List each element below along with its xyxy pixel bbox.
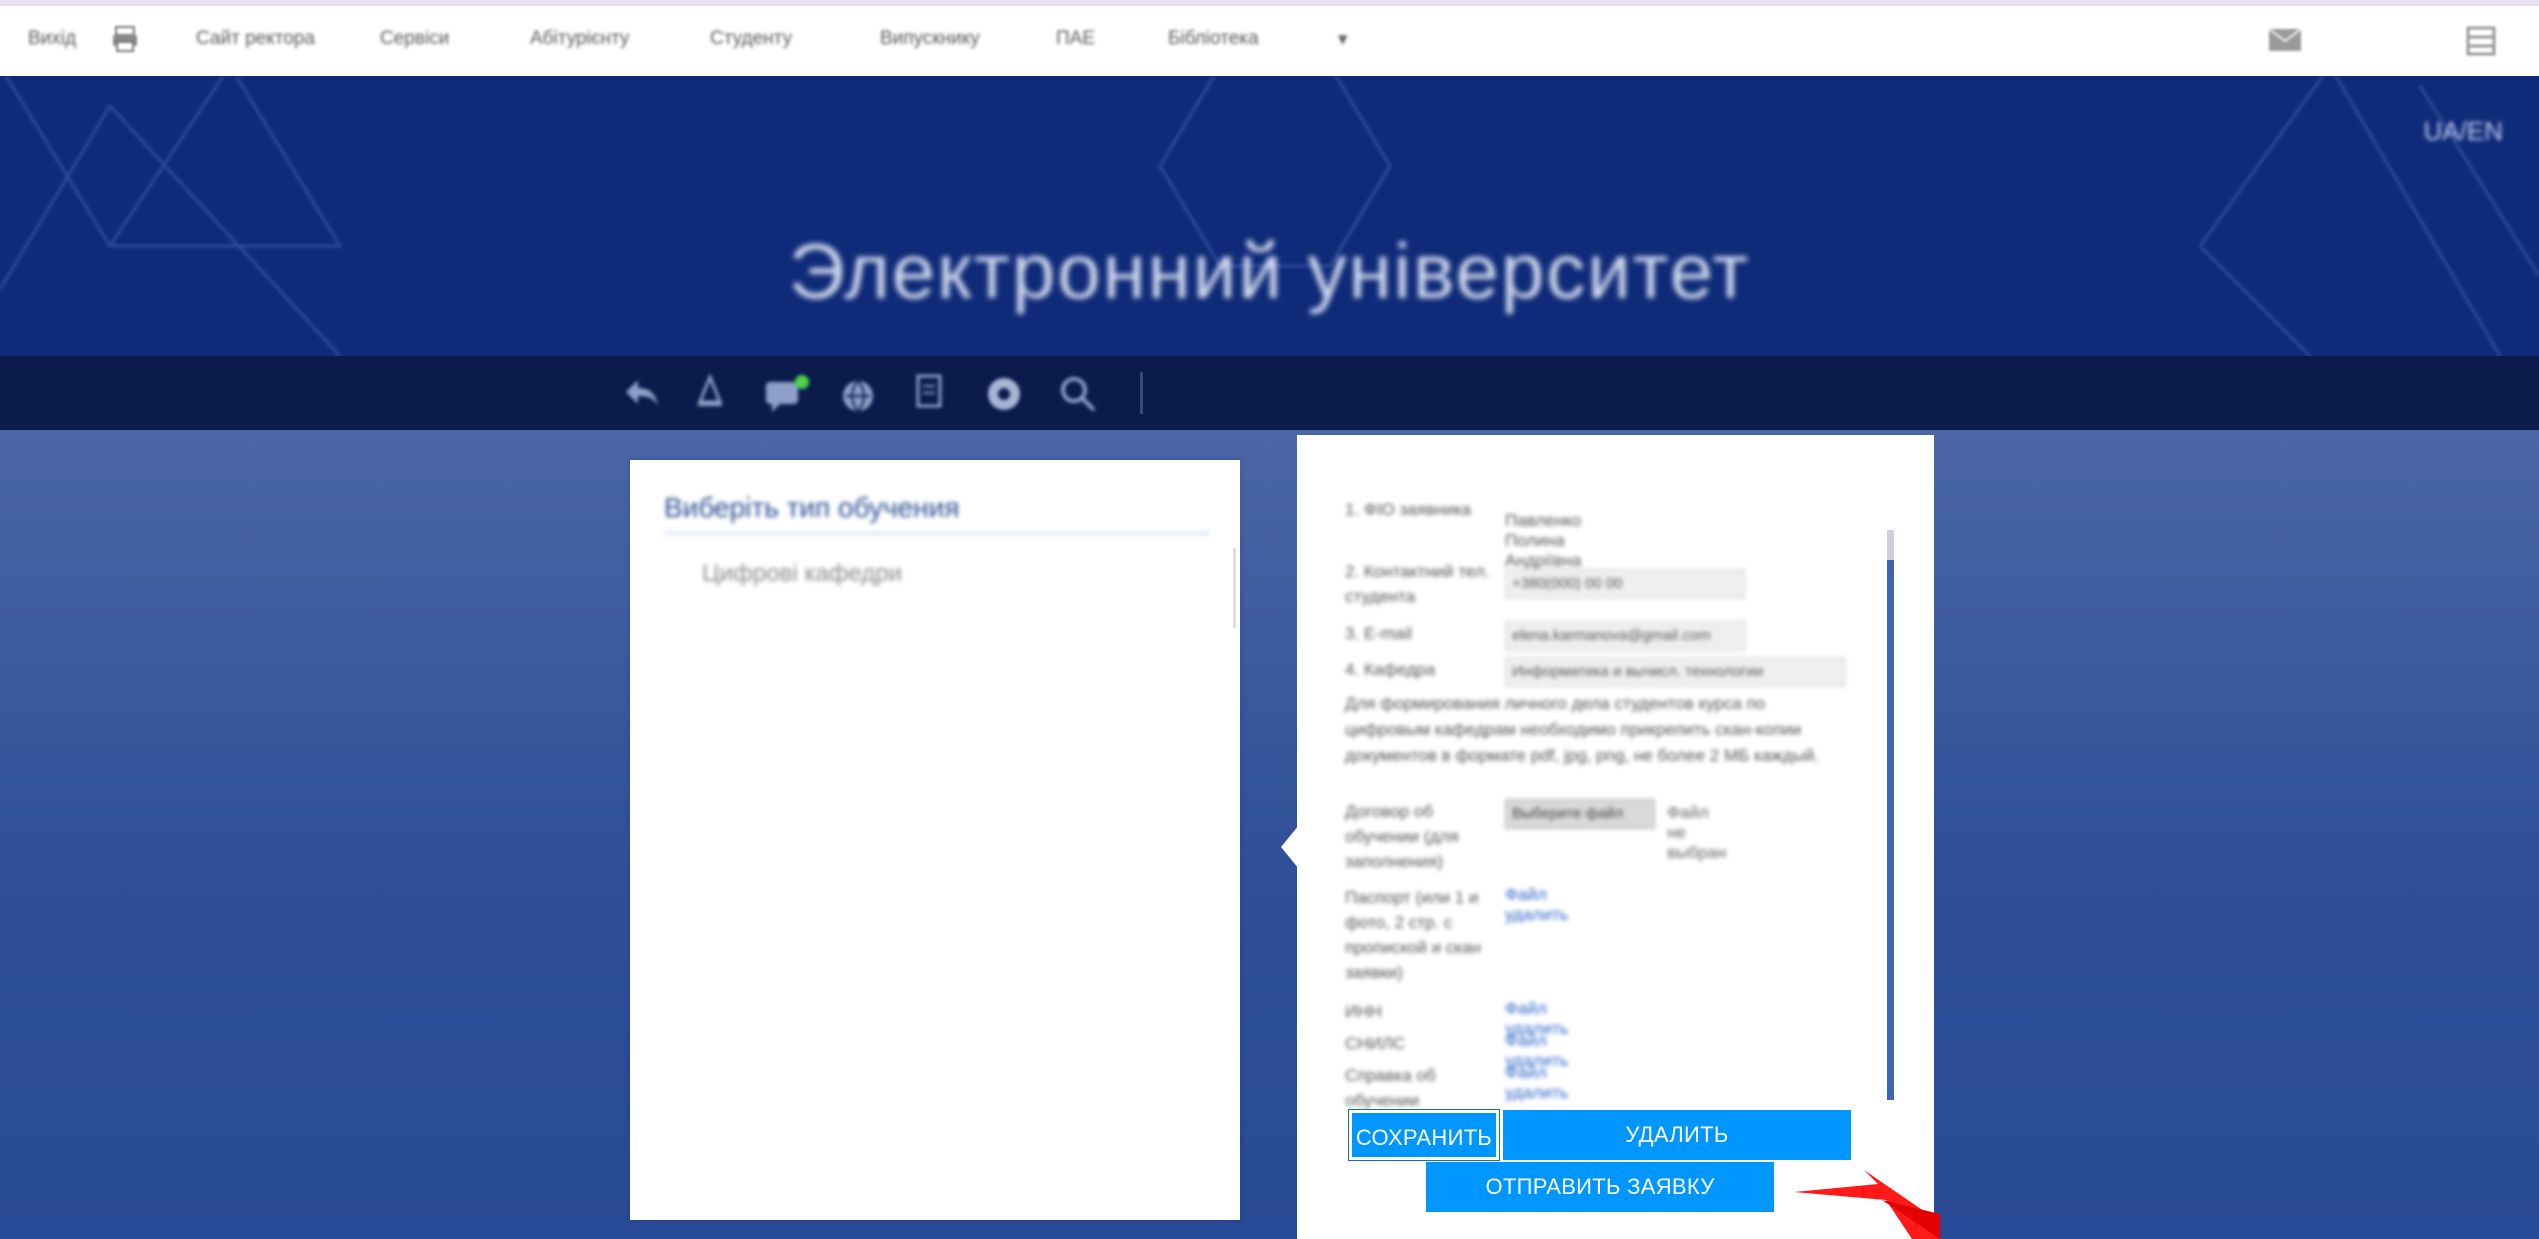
document-icon[interactable] bbox=[914, 374, 944, 415]
mail-icon[interactable] bbox=[2268, 28, 2302, 57]
panel-pointer bbox=[1281, 825, 1299, 869]
top-navigation: Вихід Сайт ректора Сервіси Абітурієнту С… bbox=[0, 0, 2539, 76]
delete-button[interactable]: УДАЛИТЬ bbox=[1503, 1110, 1851, 1160]
back-arrow-icon[interactable] bbox=[622, 374, 662, 415]
grid-menu-icon[interactable] bbox=[2466, 26, 2496, 61]
certificate-file-link[interactable]: Файл удалить bbox=[1505, 1063, 1568, 1103]
header-banner: Электронний університет UA/EN bbox=[0, 76, 2539, 356]
training-type-panel: Виберіть тип обучения Цифрові кафедри bbox=[630, 460, 1240, 1220]
search-icon[interactable] bbox=[1058, 374, 1098, 419]
red-arrow-icon bbox=[1794, 1170, 1940, 1239]
icon-toolbar bbox=[0, 356, 2539, 430]
choose-file-button[interactable]: Выберите файл bbox=[1505, 799, 1655, 829]
settings-icon[interactable] bbox=[984, 374, 1024, 419]
passport-file-link[interactable]: Файл удалить bbox=[1505, 885, 1568, 925]
email-field[interactable]: elena.karmanova@gmail.com bbox=[1505, 621, 1745, 651]
form-scrollbar[interactable] bbox=[1887, 530, 1894, 1100]
nav-rector-site-link[interactable]: Сайт ректора bbox=[196, 28, 315, 50]
globe-icon[interactable] bbox=[840, 378, 876, 419]
toolbar-divider bbox=[1140, 372, 1143, 414]
panel-scrollbar[interactable] bbox=[1233, 548, 1236, 628]
department-select[interactable]: Информатика и вычисл. технологии bbox=[1505, 657, 1845, 687]
nav-student-link[interactable]: Студенту bbox=[710, 28, 792, 50]
nav-graduate-link[interactable]: Випускнику bbox=[880, 28, 980, 50]
upload-instructions: Для формирования личного дела студентов … bbox=[1345, 694, 1820, 765]
nav-more-dropdown[interactable]: ▾ bbox=[1338, 28, 1348, 51]
banner-title: Электронний університет bbox=[788, 227, 1751, 315]
save-button[interactable]: СОХРАНИТЬ bbox=[1348, 1109, 1500, 1161]
phone-field[interactable]: +380(000) 00 00 bbox=[1505, 569, 1745, 599]
nav-applicant-link[interactable]: Абітурієнту bbox=[530, 28, 629, 50]
nav-library-link[interactable]: Бібліотека bbox=[1168, 28, 1259, 50]
language-switcher[interactable]: UA/EN bbox=[2424, 116, 2503, 147]
nav-exit-link[interactable]: Вихід bbox=[28, 28, 76, 50]
form-scrollbar-thumb[interactable] bbox=[1887, 560, 1894, 1100]
training-type-item[interactable]: Цифрові кафедри bbox=[702, 560, 902, 588]
chat-icon[interactable] bbox=[764, 374, 812, 419]
printer-icon[interactable] bbox=[110, 24, 140, 59]
nav-pae-link[interactable]: ПАЕ bbox=[1056, 28, 1095, 50]
notification-bell-icon[interactable] bbox=[692, 372, 728, 415]
send-application-button[interactable]: ОТПРАВИТЬ ЗАЯВКУ bbox=[1426, 1162, 1774, 1212]
panel-title: Виберіть тип обучения bbox=[664, 492, 1210, 534]
nav-services-link[interactable]: Сервіси bbox=[380, 28, 449, 50]
